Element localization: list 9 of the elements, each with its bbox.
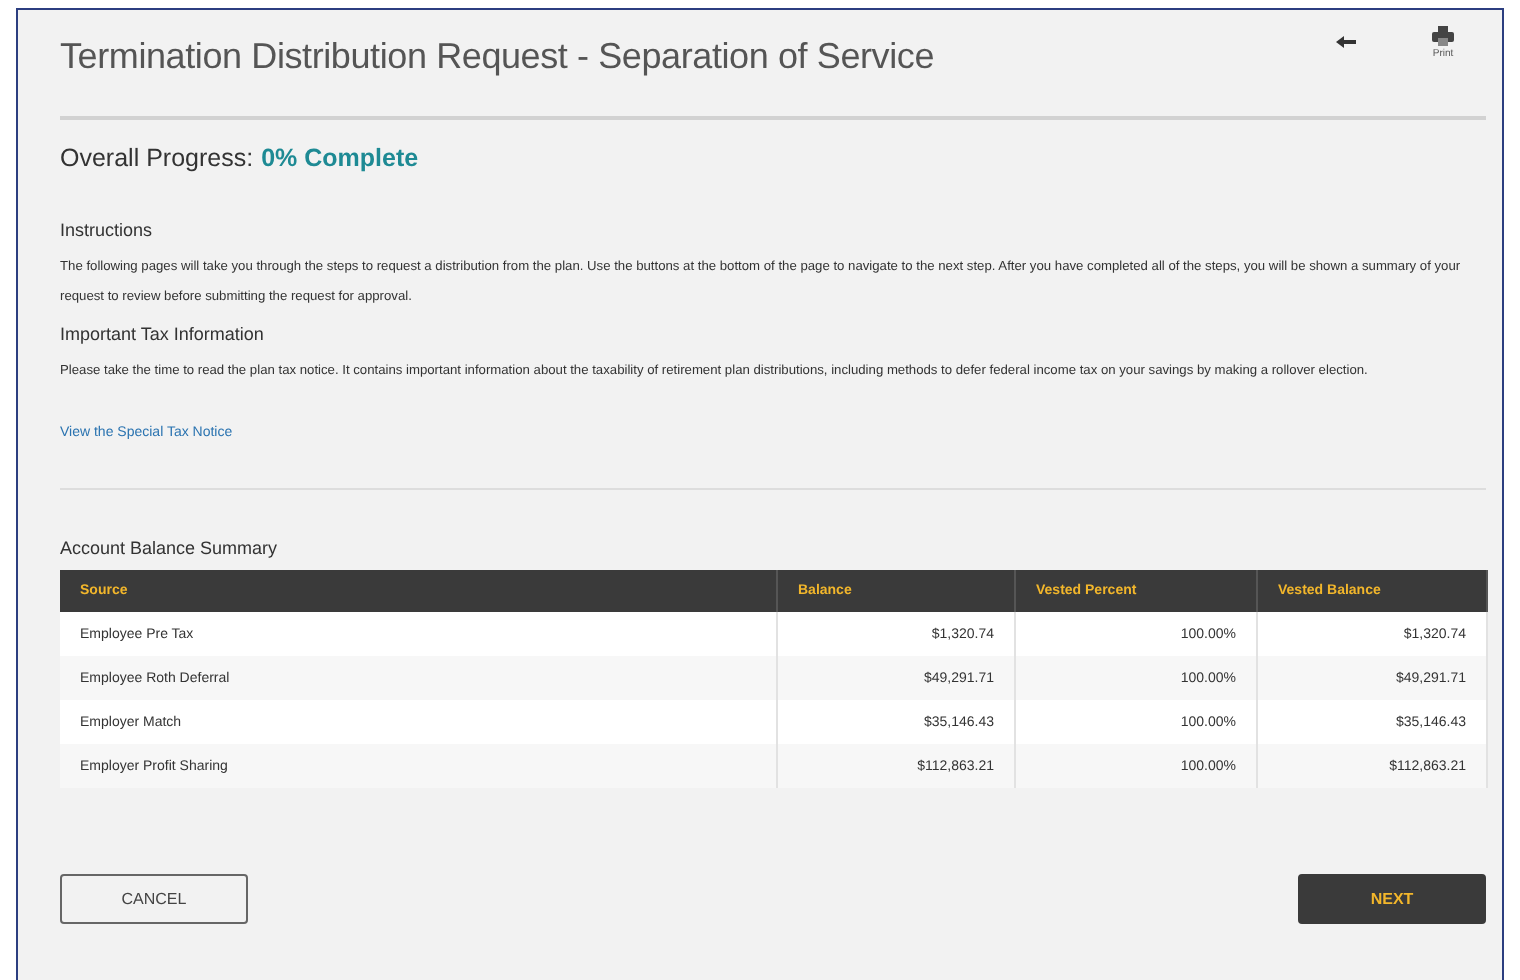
table-title: Account Balance Summary xyxy=(60,538,280,558)
section-heading: Instructions xyxy=(60,220,155,240)
progress-label: Overall Progress: xyxy=(60,144,254,172)
progress-value: 0% Complete xyxy=(261,144,419,172)
back-arrow-icon[interactable] xyxy=(1336,36,1356,48)
section-heading: Important Tax Information xyxy=(60,324,266,344)
cancel-button[interactable]: CANCEL xyxy=(60,874,248,924)
page-title: Termination Distribution Request - Separation of Service xyxy=(60,36,935,78)
next-button[interactable]: NEXT xyxy=(1298,874,1486,924)
